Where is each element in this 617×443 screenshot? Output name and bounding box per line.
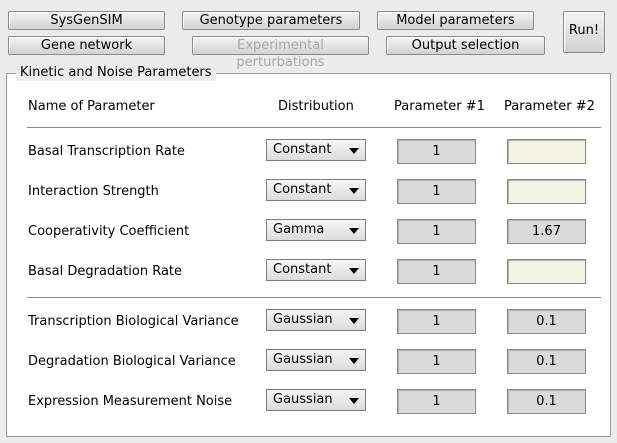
header-name: Name of Parameter: [28, 99, 155, 114]
row-label-basal-degradation-rate: Basal Degradation Rate: [28, 264, 183, 279]
param1-field-expression-measurement-noise[interactable]: 1: [397, 389, 476, 414]
dropdown-arrow-icon: [349, 318, 359, 324]
param1-field-interaction-strength[interactable]: 1: [397, 179, 476, 204]
experimental-perturbations-button[interactable]: Experimental perturbations: [192, 36, 369, 70]
dropdown-arrow-icon: [349, 188, 359, 194]
dropdown-arrow-icon: [349, 268, 359, 274]
row-label-basal-transcription-rate: Basal Transcription Rate: [28, 144, 185, 159]
param1-field-degradation-biological-variance[interactable]: 1: [397, 349, 476, 374]
distribution-select-basal-degradation-rate[interactable]: Constant: [266, 259, 366, 281]
param2-field-cooperativity-coefficient[interactable]: 1.67: [507, 219, 586, 244]
param2-field-interaction-strength[interactable]: [507, 179, 586, 204]
header-distribution: Distribution: [278, 99, 354, 114]
param2-field-basal-degradation-rate[interactable]: [507, 259, 586, 284]
distribution-select-expression-measurement-noise[interactable]: Gaussian: [266, 389, 366, 411]
select-value: Gaussian: [273, 312, 333, 327]
model-parameters-button[interactable]: Model parameters: [377, 11, 534, 30]
select-value: Gaussian: [273, 352, 333, 367]
dropdown-arrow-icon: [349, 148, 359, 154]
distribution-select-interaction-strength[interactable]: Constant: [266, 179, 366, 201]
distribution-select-transcription-biological-variance[interactable]: Gaussian: [266, 309, 366, 331]
row-label-cooperativity-coefficient: Cooperativity Coefficient: [28, 224, 190, 239]
dropdown-arrow-icon: [349, 398, 359, 404]
distribution-select-cooperativity-coefficient[interactable]: Gamma: [266, 219, 366, 241]
param2-field-transcription-biological-variance[interactable]: 0.1: [507, 309, 586, 334]
param1-field-transcription-biological-variance[interactable]: 1: [397, 309, 476, 334]
gene-network-button[interactable]: Gene network: [8, 36, 165, 55]
distribution-select-basal-transcription-rate[interactable]: Constant: [266, 139, 366, 161]
header-parameter-2: Parameter #2: [504, 99, 595, 114]
dropdown-arrow-icon: [349, 358, 359, 364]
panel-title: Kinetic and Noise Parameters: [16, 65, 216, 81]
param2-field-basal-transcription-rate[interactable]: [507, 139, 586, 164]
run-button[interactable]: Run!: [563, 11, 605, 53]
row-label-expression-measurement-noise: Expression Measurement Noise: [28, 394, 233, 409]
select-value: Constant: [273, 142, 332, 157]
header-divider: [27, 127, 601, 128]
sysgensim-button[interactable]: SysGenSIM: [8, 11, 165, 30]
dropdown-arrow-icon: [349, 228, 359, 234]
select-value: Constant: [273, 262, 332, 277]
header-parameter-1: Parameter #1: [394, 99, 485, 114]
row-label-interaction-strength: Interaction Strength: [28, 184, 159, 199]
output-selection-button[interactable]: Output selection: [386, 36, 545, 55]
select-value: Gaussian: [273, 392, 333, 407]
param2-field-expression-measurement-noise[interactable]: 0.1: [507, 389, 586, 414]
select-value: Gamma: [273, 222, 325, 237]
select-value: Constant: [273, 182, 332, 197]
row-label-transcription-biological-variance: Transcription Biological Variance: [28, 314, 239, 329]
param2-field-degradation-biological-variance[interactable]: 0.1: [507, 349, 586, 374]
param1-field-cooperativity-coefficient[interactable]: 1: [397, 219, 476, 244]
section-divider: [27, 297, 601, 298]
distribution-select-degradation-biological-variance[interactable]: Gaussian: [266, 349, 366, 371]
genotype-parameters-button[interactable]: Genotype parameters: [182, 11, 360, 30]
row-label-degradation-biological-variance: Degradation Biological Variance: [28, 354, 236, 369]
param1-field-basal-transcription-rate[interactable]: 1: [397, 139, 476, 164]
param1-field-basal-degradation-rate[interactable]: 1: [397, 259, 476, 284]
